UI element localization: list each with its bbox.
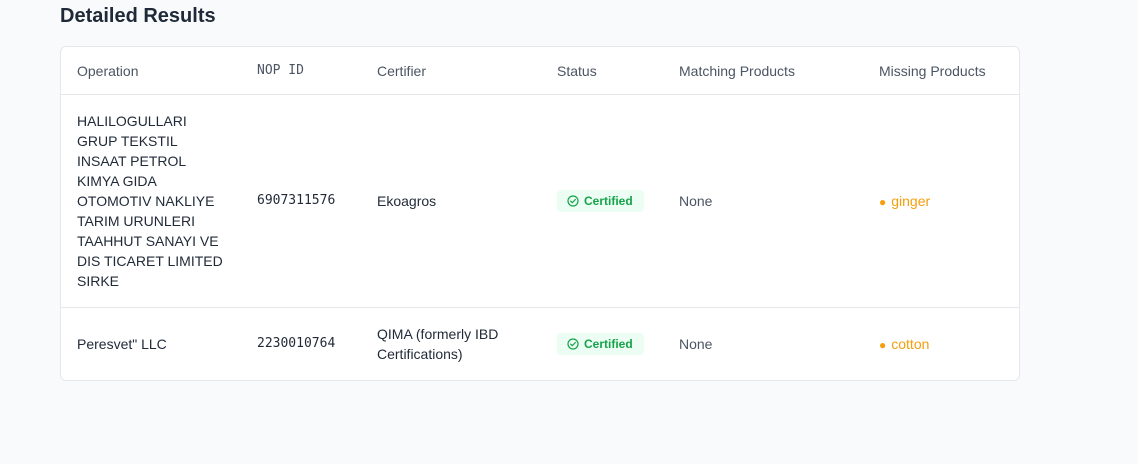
operation-name: Peresvet" LLC <box>77 336 167 352</box>
table-header-row: Operation NOP ID Certifier Status Matchi… <box>61 47 1019 95</box>
header-matching-products: Matching Products <box>663 47 863 95</box>
results-card: Operation NOP ID Certifier Status Matchi… <box>60 46 1020 381</box>
status-badge: Certified <box>557 333 644 355</box>
status-badge: Certified <box>557 190 644 212</box>
operation-cell: Peresvet" LLC <box>61 308 241 381</box>
results-table: Operation NOP ID Certifier Status Matchi… <box>61 47 1019 380</box>
check-circle-icon <box>567 338 579 350</box>
certifier-cell: Ekoagros <box>361 94 541 308</box>
matching-products-cell: None <box>679 336 713 352</box>
operation-cell: HALILOGULLARI GRUP TEKSTIL INSAAT PETROL… <box>61 94 241 308</box>
header-certifier: Certifier <box>361 47 541 95</box>
detailed-results-section: Detailed Results Operation NOP ID Certif… <box>60 0 1020 381</box>
missing-product-label: cotton <box>891 335 930 352</box>
missing-product-item: ● cotton <box>879 336 929 352</box>
missing-products-cell: ● cotton <box>863 308 1019 381</box>
header-nop-id: NOP ID <box>241 47 361 95</box>
missing-product-label: ginger <box>891 192 931 209</box>
nop-id-cell: 2230010764 <box>257 336 336 351</box>
header-missing-products: Missing Products <box>863 47 1019 95</box>
operation-name: HALILOGULLARI GRUP TEKSTIL INSAAT PETROL… <box>77 113 223 289</box>
bullet-icon: ● <box>879 194 887 209</box>
status-label: Certified <box>584 194 633 208</box>
status-label: Certified <box>584 337 633 351</box>
certifier-name: QIMA (formerly IBD Certifications) <box>377 326 499 362</box>
status-cell: Certified <box>541 308 663 381</box>
table-row: HALILOGULLARI GRUP TEKSTIL INSAAT PETROL… <box>61 94 1019 308</box>
matching-products-cell: None <box>663 94 863 308</box>
table-row: Peresvet" LLC 2230010764 QIMA (formerly … <box>61 308 1019 381</box>
certifier-cell: QIMA (formerly IBD Certifications) <box>361 308 541 381</box>
missing-product-item: ● ginger <box>879 193 930 209</box>
header-status: Status <box>541 47 663 95</box>
nop-id-cell: 6907311576 <box>241 94 361 308</box>
header-operation: Operation <box>61 47 241 95</box>
missing-products-cell: ● ginger <box>863 94 1019 308</box>
check-circle-icon <box>567 195 579 207</box>
status-cell: Certified <box>541 94 663 308</box>
section-title: Detailed Results <box>60 5 216 27</box>
bullet-icon: ● <box>879 337 887 352</box>
